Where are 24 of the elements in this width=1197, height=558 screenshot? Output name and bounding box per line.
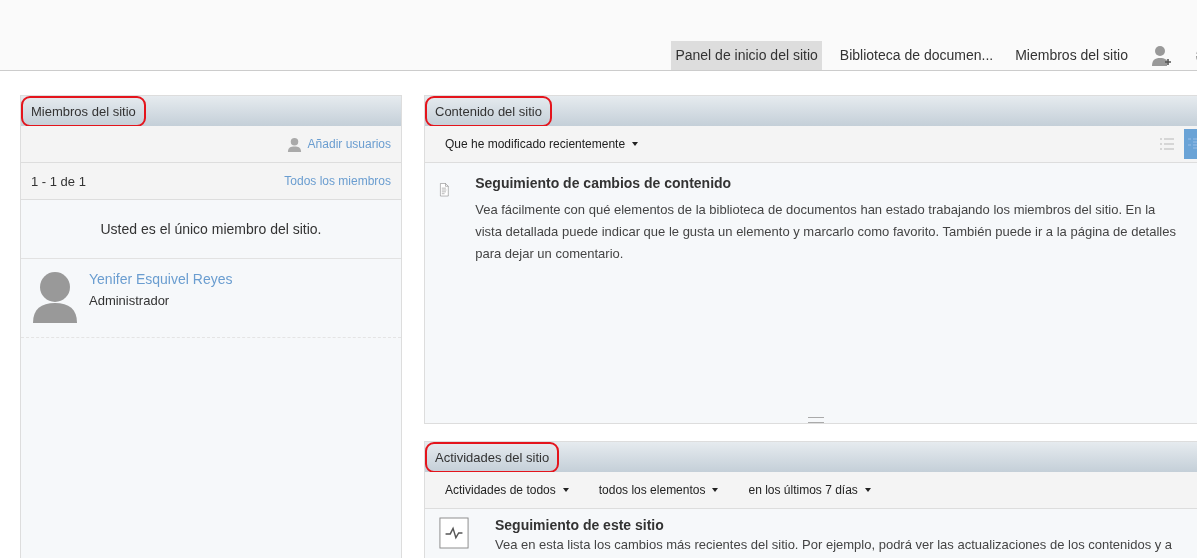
notice-text: Usted es el único miembro del sitio. xyxy=(21,200,401,259)
caret-icon xyxy=(632,142,639,146)
avatar-icon xyxy=(33,271,77,323)
info-text: Vea fácilmente con qué elementos de la biblioteca de documentos han estado trabajando los miembros del sitio. En la vista detallada puede indicar que le gusta un elemento y marcarlo como favorito. También puede ir a la página de detalles para dejar un comentario. xyxy=(475,201,1177,263)
activity-icon xyxy=(439,517,469,549)
nav-tab[interactable]: Miembros del sitio xyxy=(1011,41,1132,70)
resize-handle[interactable] xyxy=(807,417,824,423)
info-text: Vea en esta lista los cambios más recientes del sitio. Por ejemplo, podrá ver las actualizaciones de los contenidos y a xyxy=(495,536,1174,554)
nav-tab[interactable]: Panel de inicio del sitio xyxy=(671,41,822,70)
filter-dropdown[interactable]: todos los elementos xyxy=(598,483,719,497)
filter-dropdown[interactable]: Que he modificado recientemente xyxy=(445,137,639,151)
member-role: Administrador xyxy=(89,293,171,308)
filter-dropdown[interactable]: Actividades de todos xyxy=(445,483,569,497)
member-count: 1 - 1 de 1 xyxy=(31,173,86,189)
filter-dropdown[interactable]: en los últimos 7 días xyxy=(748,483,871,497)
info-heading: Seguimiento de cambios de contenido xyxy=(475,175,733,191)
nav-tab[interactable]: Biblioteca de documen... xyxy=(835,41,998,70)
list-icon xyxy=(1160,138,1174,150)
add-user-icon[interactable] xyxy=(1151,44,1171,67)
caret-icon xyxy=(712,488,719,492)
info-heading: Seguimiento de este sitio xyxy=(495,517,665,533)
user-icon xyxy=(286,136,302,152)
caret-icon xyxy=(864,488,871,492)
caret-icon xyxy=(562,488,569,492)
